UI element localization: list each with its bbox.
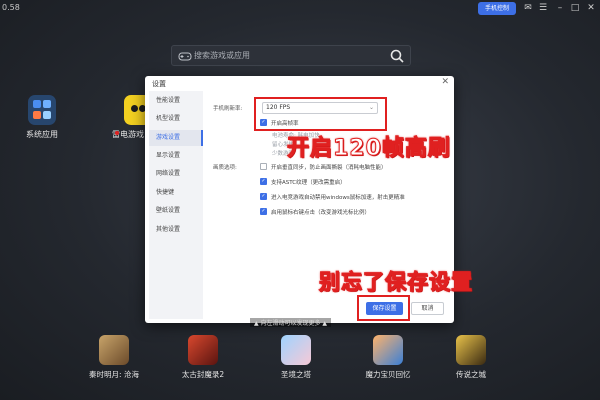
system-apps[interactable]: 系统应用 [18,129,66,140]
system-apps-icon[interactable] [28,95,56,125]
title-bar: 0.58 手机控制 ✉ ☰ – □ ✕ [0,0,600,18]
nav-game[interactable]: 游戏设置 [149,130,203,146]
nav-performance[interactable]: 性能设置 [149,93,203,109]
game-icon [373,335,403,365]
save-highlight-box [357,295,410,321]
fps-label: 手机刷新率: [213,106,243,112]
game-label: 太古封魔录2 [181,370,225,379]
settings-sidebar: 性能设置 机型设置 游戏设置 显示设置 网络设置 快捷键 壁纸设置 其他设置 [149,91,203,319]
game-icon [188,335,218,365]
cancel-button[interactable]: 取消 [411,302,444,315]
search-placeholder: 搜索游戏或应用 [194,51,250,60]
menu-icon[interactable]: ☰ [537,2,549,15]
nav-wallpaper[interactable]: 壁纸设置 [149,203,203,219]
game-label: 魔力宝贝回忆 [365,370,411,379]
game-icon [281,335,311,365]
mouse-accel-checkbox[interactable]: ✓ [260,193,267,200]
option-label: 支持ASTC纹理（更改需重启） [271,180,346,186]
astc-checkbox[interactable]: ✓ [260,178,267,185]
quality-label: 画质选项: [213,165,237,171]
maximize-icon[interactable]: □ [569,2,581,15]
app-label: 系统应用 [26,130,58,139]
search-icon[interactable] [389,48,405,64]
close-icon[interactable]: ✕ [585,2,597,15]
game-label: 圣境之塔 [281,370,311,379]
game-item[interactable]: 传说之城 [448,335,494,380]
game-item[interactable]: 秦时明月: 沧海 [88,335,140,380]
phone-control-button[interactable]: 手机控制 [478,2,516,15]
dialog-title: 设置 [152,80,166,88]
right-click-checkbox[interactable]: ✓ [260,208,267,215]
option-label: 开启垂直同步，防止画面撕裂（消耗电脑性能） [271,165,387,171]
game-icon [99,335,129,365]
nav-device-model[interactable]: 机型设置 [149,111,203,127]
nav-display[interactable]: 显示设置 [149,148,203,164]
game-item[interactable]: 魔力宝贝回忆 [360,335,416,380]
swipe-hint: ▲ 向左滑动可以发现更多 ▲ [250,318,332,327]
game-label: 传说之城 [456,370,486,379]
fps-highlight-box [254,97,387,131]
game-item[interactable]: 太古封魔录2 [177,335,229,380]
minimize-icon[interactable]: – [554,2,566,15]
notification-dot [115,131,119,135]
nav-network[interactable]: 网络设置 [149,166,203,182]
mail-icon[interactable]: ✉ [522,2,534,15]
vsync-checkbox[interactable] [260,163,267,170]
nav-shortcuts[interactable]: 快捷键 [149,185,203,201]
game-item[interactable]: 圣境之塔 [272,335,320,380]
game-icon [456,335,486,365]
annotation-120fps: 开启120帧高刷 [287,136,451,162]
nav-other[interactable]: 其他设置 [149,222,203,238]
option-label: 进入电竞游戏自动禁用windows鼠标加速，射击更精准 [271,195,405,201]
dialog-close-icon[interactable]: ✕ [441,77,449,87]
gamepad-icon [178,52,192,61]
search-bar[interactable]: 搜索游戏或应用 [171,45,411,66]
option-label: 启用鼠标右键点击（改变游戏光标比例） [271,210,371,216]
version-label: 0.58 [2,3,20,12]
game-label: 秦时明月: 沧海 [89,370,139,379]
annotation-save-reminder: 别忘了保存设置 [319,270,473,295]
